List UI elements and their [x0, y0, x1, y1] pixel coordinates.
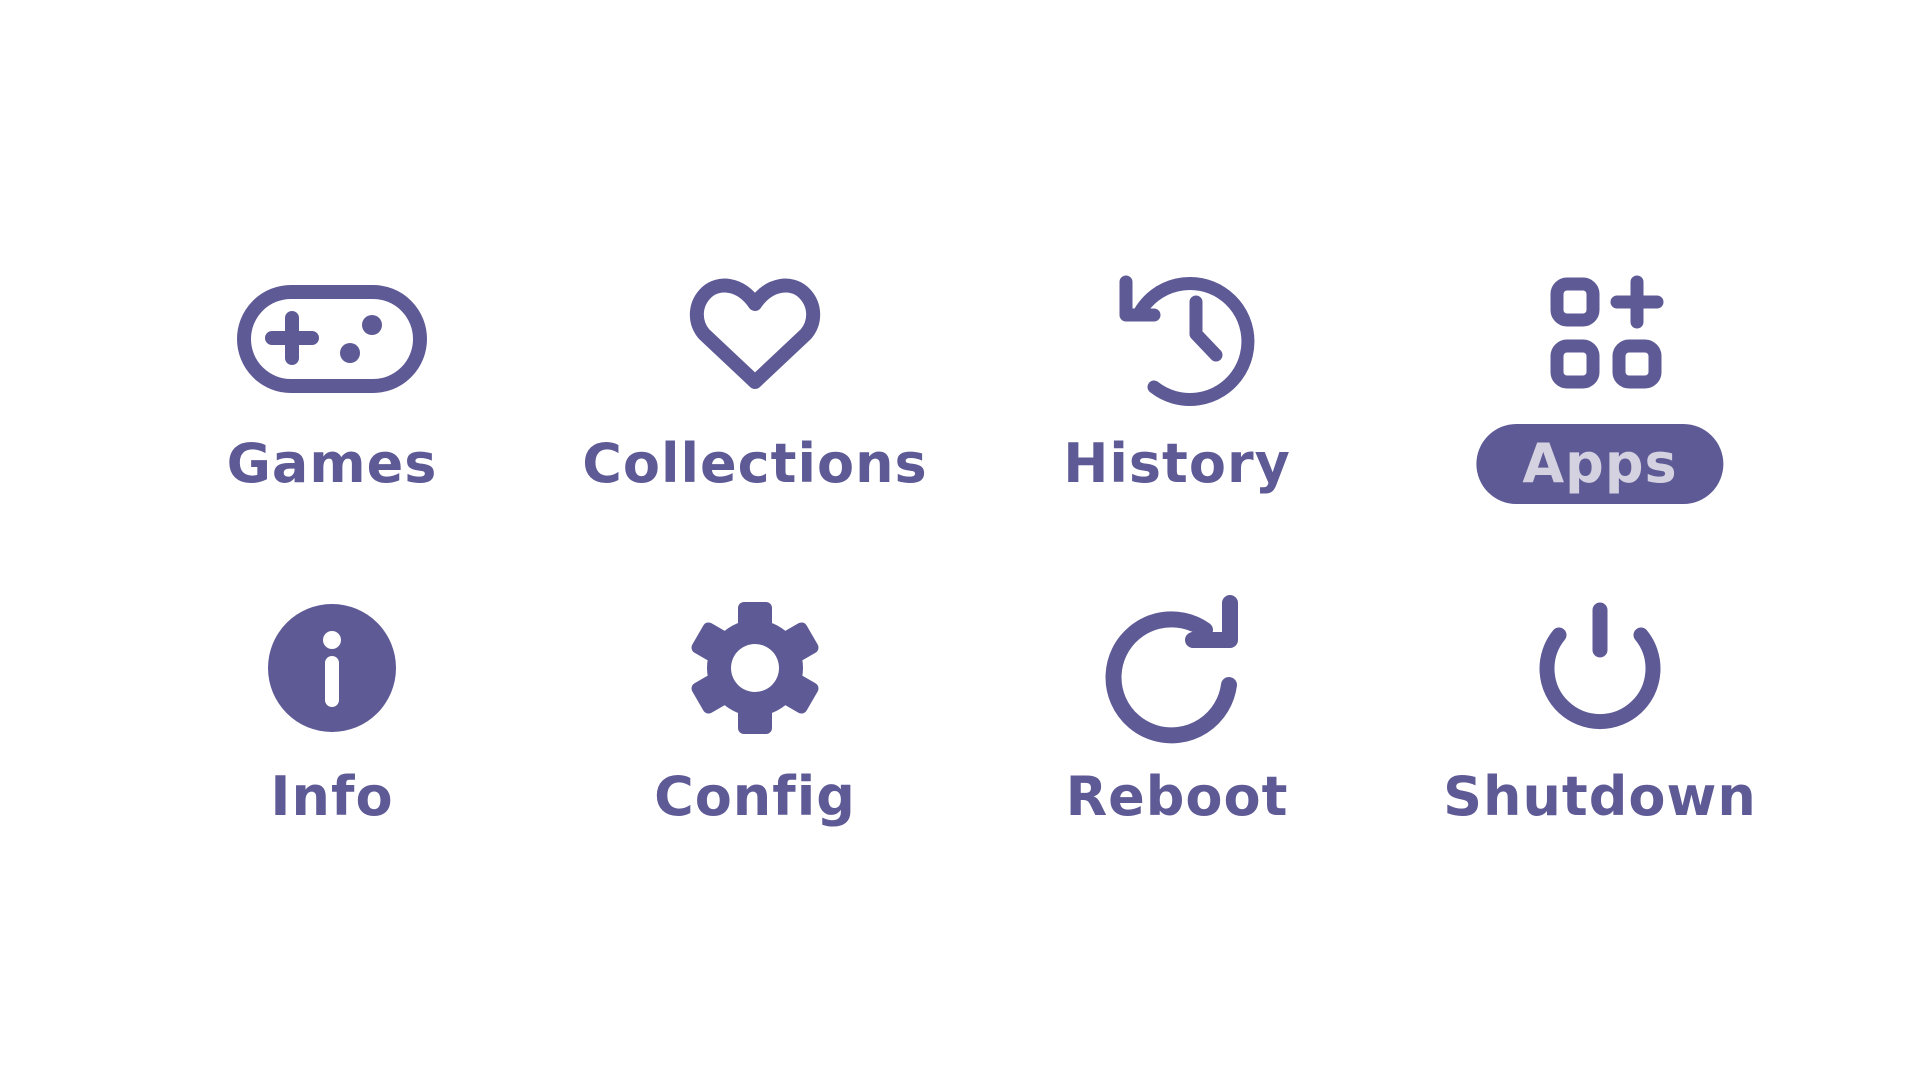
menu-item-apps[interactable]: Apps: [1450, 262, 1750, 522]
menu-item-label: Shutdown: [1443, 765, 1757, 828]
menu-item-info[interactable]: Info: [182, 595, 482, 855]
reboot-icon: [1082, 595, 1272, 745]
gear-icon: [660, 595, 850, 745]
history-icon: [1082, 262, 1272, 412]
menu-item-label: Apps: [1476, 424, 1724, 504]
menu-item-history[interactable]: History: [1027, 262, 1327, 522]
gamepad-icon: [237, 262, 427, 412]
menu-item-label: Info: [270, 765, 394, 828]
menu-item-config[interactable]: Config: [605, 595, 905, 855]
menu-item-label: Games: [226, 432, 438, 495]
menu-item-games[interactable]: Games: [182, 262, 482, 522]
menu-item-label: Config: [654, 765, 856, 828]
heart-icon: [660, 262, 850, 412]
main-menu-grid: Games Collections History Apps Info Conf…: [0, 0, 1920, 1080]
menu-item-label: History: [1063, 432, 1291, 495]
power-icon: [1505, 595, 1695, 745]
apps-icon: [1505, 262, 1695, 412]
info-icon: [237, 595, 427, 745]
menu-item-label: Reboot: [1065, 765, 1289, 828]
menu-item-label: Collections: [582, 432, 928, 495]
menu-item-collections[interactable]: Collections: [582, 262, 927, 522]
menu-item-reboot[interactable]: Reboot: [1027, 595, 1327, 855]
menu-item-shutdown[interactable]: Shutdown: [1443, 595, 1756, 855]
